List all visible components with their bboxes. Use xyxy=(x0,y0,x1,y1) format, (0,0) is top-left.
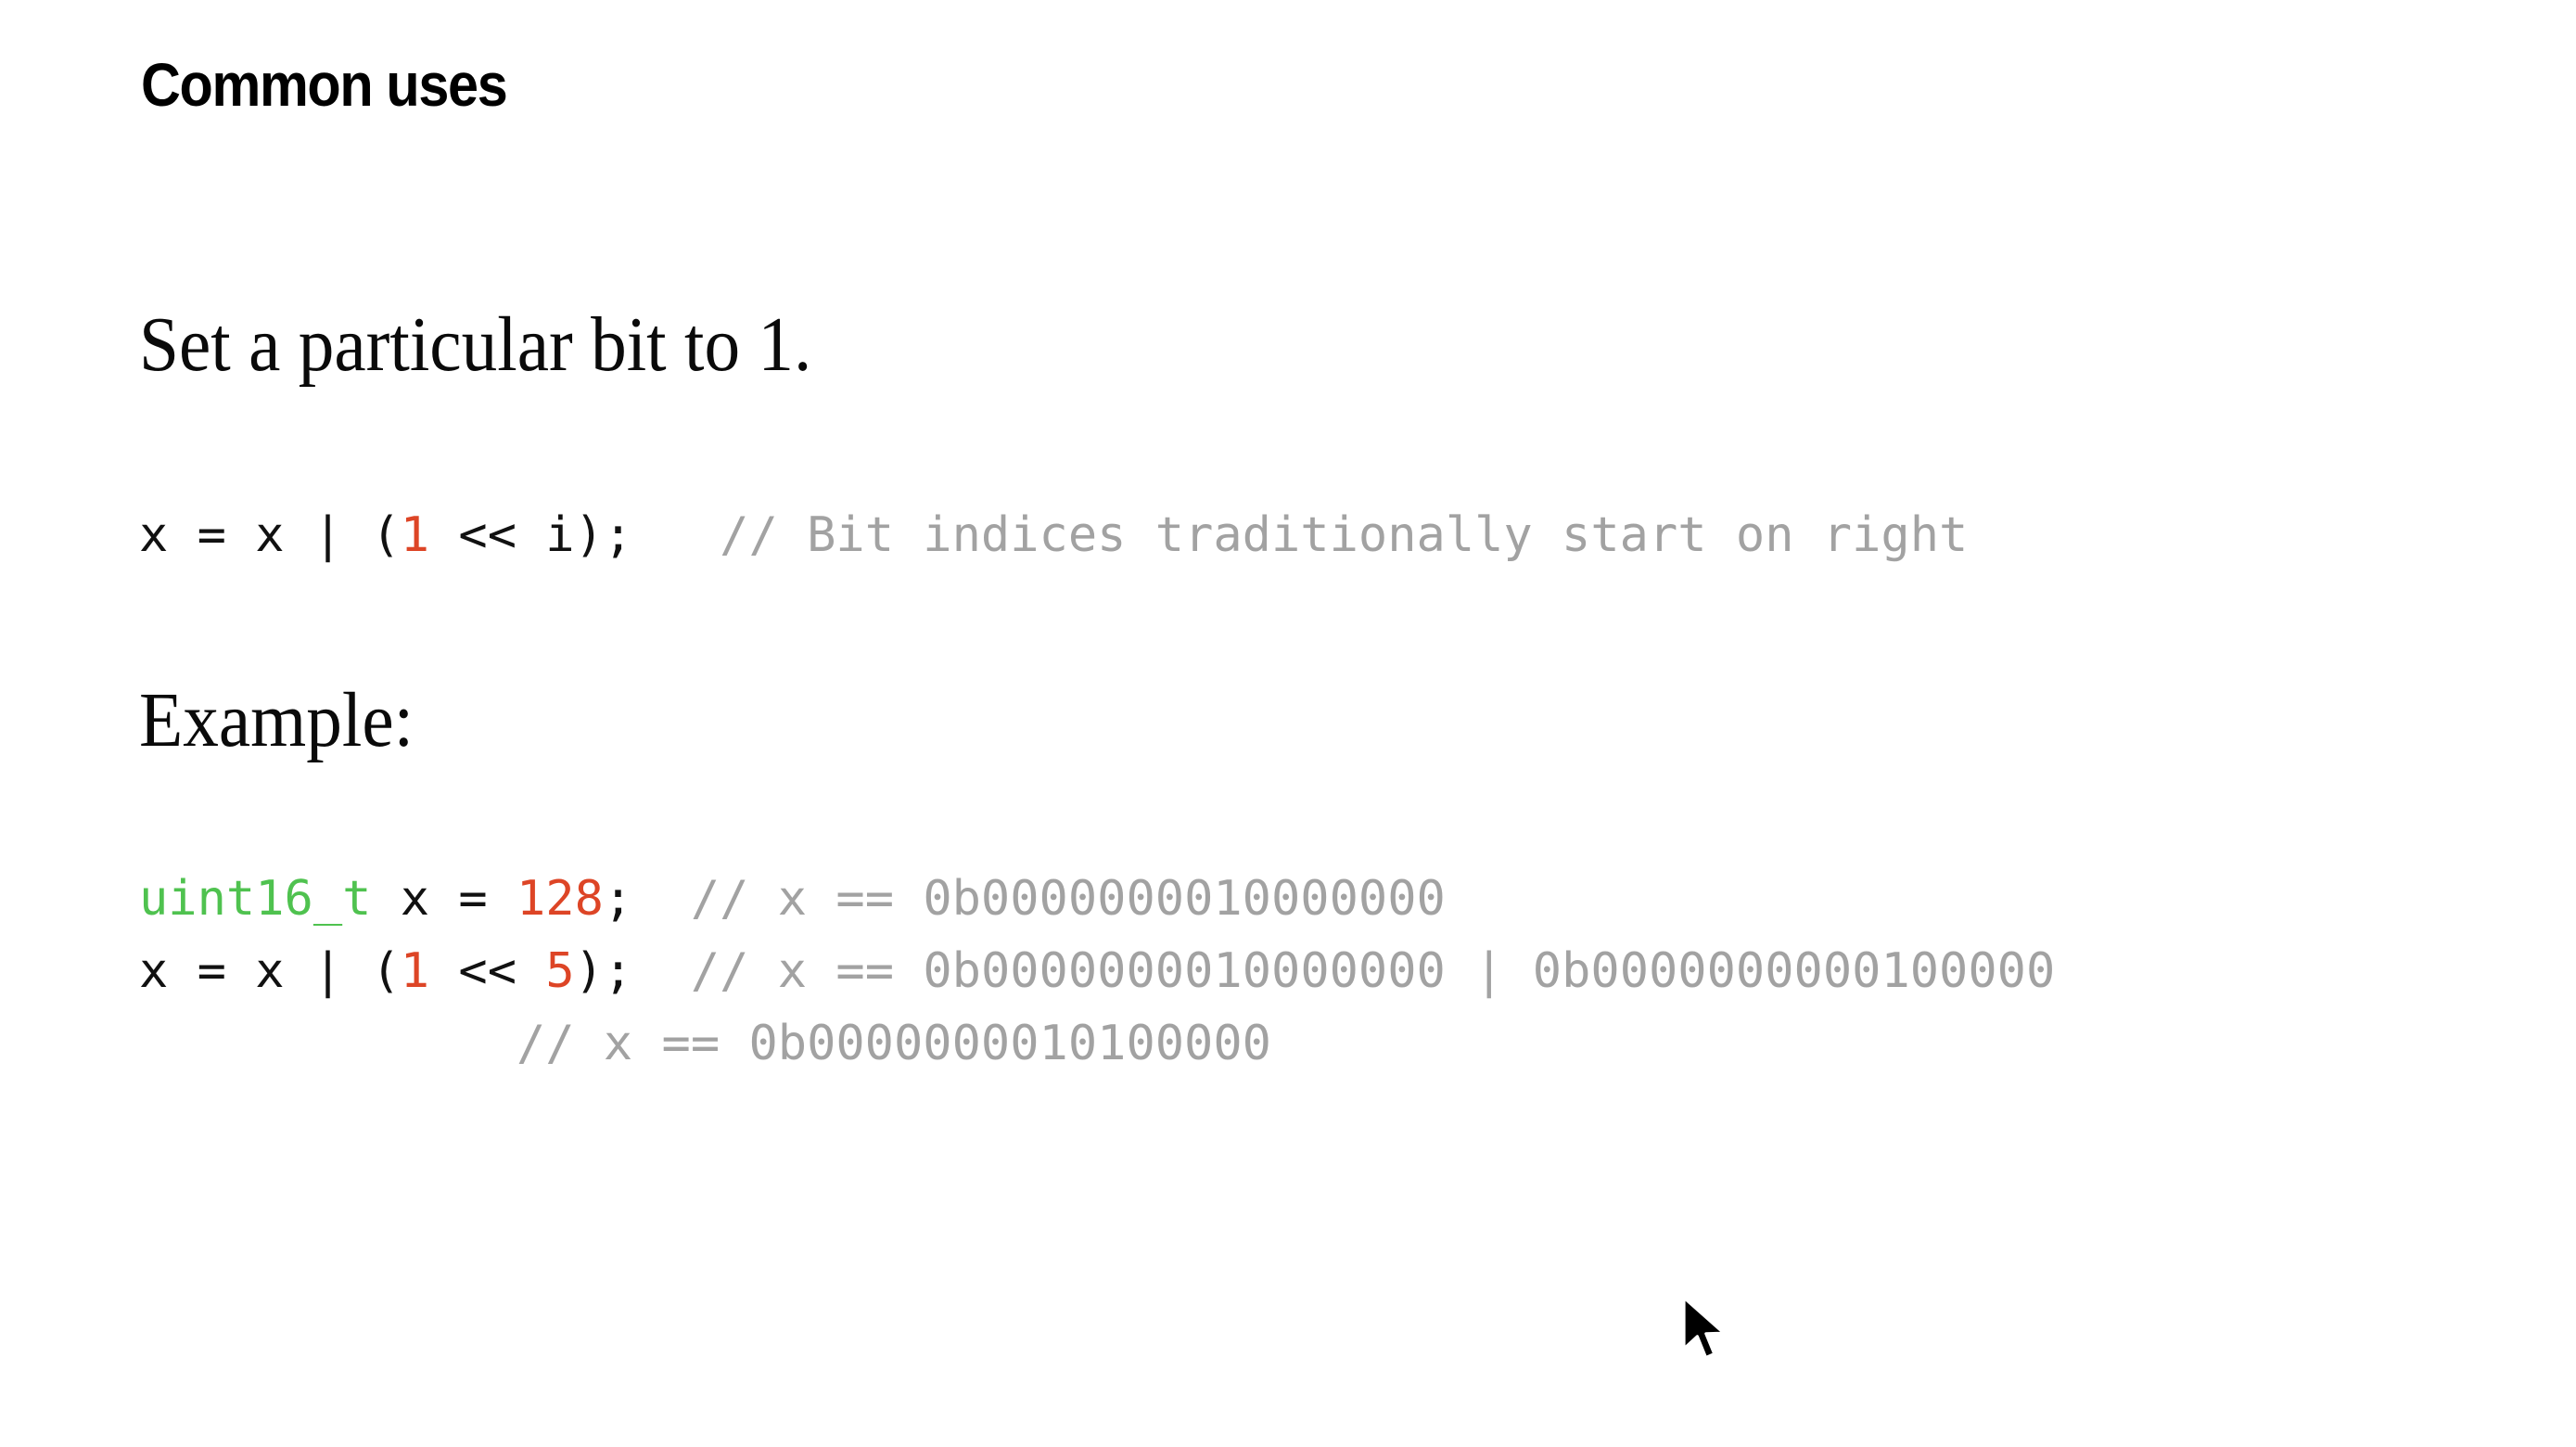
code-line-set-bit: x = x | (1 << i); // Bit indices traditi… xyxy=(139,499,1968,571)
code-token-comment-binary3: // x == 0b0000000010100000 xyxy=(516,1016,1271,1071)
code-token-assign: x = xyxy=(371,871,516,927)
code-token-expr-start: x = x | ( xyxy=(139,943,401,999)
slide-canvas: Common uses Set a particular bit to 1. x… xyxy=(0,0,2576,1447)
code-token-gap xyxy=(632,943,691,999)
code-token-comment-binary2: // x == 0b0000000010000000 | 0b000000000… xyxy=(690,943,2056,999)
code-token-gap xyxy=(632,871,691,927)
code-token-literal-five: 5 xyxy=(545,943,575,999)
code-token-expr-end: << i); xyxy=(429,507,633,563)
code-token-comment: // Bit indices traditionally start on ri… xyxy=(720,507,1969,563)
heading-example: Example: xyxy=(139,677,414,763)
code-token-type-uint16: uint16_t xyxy=(139,871,372,927)
code-row-or-shift: x = x | (1 << 5); // x == 0b000000001000… xyxy=(139,935,2055,1007)
code-block-example: uint16_t x = 128; // x == 0b000000001000… xyxy=(139,863,2055,1080)
mouse-cursor-icon xyxy=(1682,1296,1726,1360)
code-token-shift-op: << xyxy=(429,943,546,999)
code-token-semicolon: ; xyxy=(603,871,633,927)
code-token-indent xyxy=(139,1016,516,1071)
code-token-literal-one: 1 xyxy=(400,507,430,563)
code-token-gap xyxy=(632,507,720,563)
code-token-literal-one: 1 xyxy=(400,943,430,999)
code-token-literal-128: 128 xyxy=(516,871,604,927)
code-row-declaration: uint16_t x = 128; // x == 0b000000001000… xyxy=(139,863,2055,935)
heading-set-a-particular-bit: Set a particular bit to 1. xyxy=(139,301,812,388)
page-title: Common uses xyxy=(141,50,508,119)
code-row-result-comment: // x == 0b0000000010100000 xyxy=(139,1007,2055,1080)
code-token-comment-binary1: // x == 0b0000000010000000 xyxy=(690,871,1446,927)
code-token-expr-start: x = x | ( xyxy=(139,507,401,563)
code-token-expr-end: ); xyxy=(574,943,633,999)
